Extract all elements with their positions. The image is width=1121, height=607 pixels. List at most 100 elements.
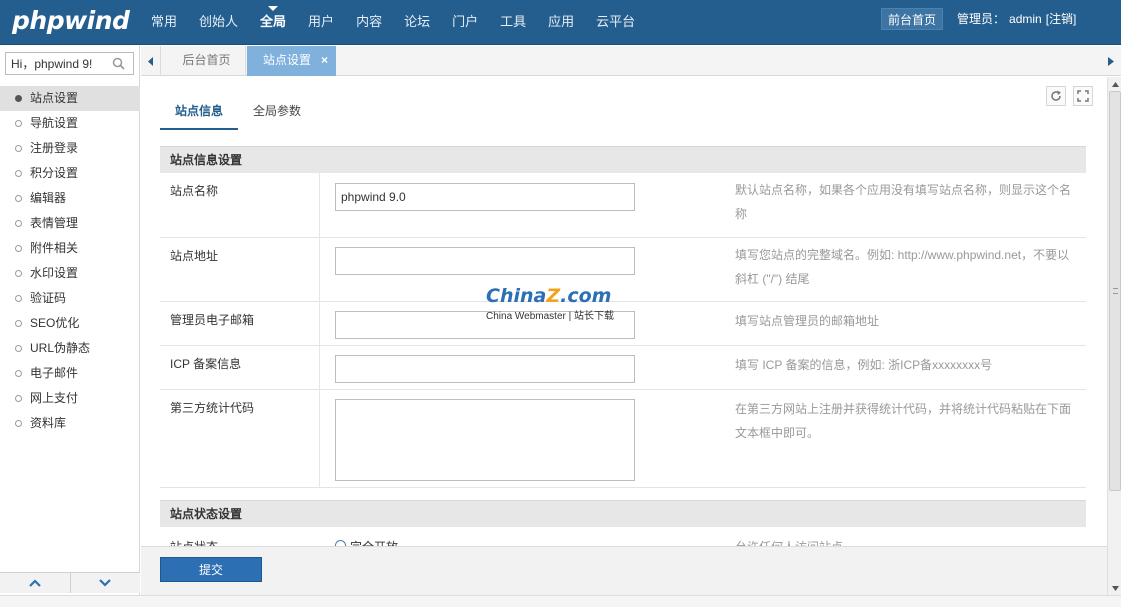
watermark-tagline: China Webmaster | 站长下载 <box>486 311 615 322</box>
tab-site-settings[interactable]: 站点设置 × <box>247 46 336 76</box>
sidebar-item-library[interactable]: 资料库 <box>0 411 140 436</box>
fullscreen-icon <box>1077 90 1089 102</box>
sidebar-item-register-login[interactable]: 注册登录 <box>0 136 140 161</box>
topnav-item-global[interactable]: 全局 <box>249 0 297 45</box>
chevron-up-icon <box>28 579 41 587</box>
close-icon[interactable]: × <box>321 46 328 75</box>
field-hint: 填写站点管理员的邮箱地址 <box>735 314 880 328</box>
topnav-item-cloud[interactable]: 云平台 <box>585 0 646 45</box>
field-label: 站点名称 <box>160 173 320 237</box>
site-url-input[interactable] <box>335 247 635 275</box>
fullscreen-button[interactable] <box>1073 86 1093 106</box>
topnav-item-common[interactable]: 常用 <box>140 0 188 45</box>
submit-button[interactable]: 提交 <box>160 557 262 582</box>
radio-open-label: 完全开放 <box>350 538 398 546</box>
bullet-icon <box>15 270 22 277</box>
bullet-icon <box>15 95 22 102</box>
bullet-icon <box>15 195 22 202</box>
bullet-icon <box>15 145 22 152</box>
sidebar-scroll-up-button[interactable] <box>0 573 71 593</box>
topnav-item-tools[interactable]: 工具 <box>489 0 537 45</box>
sidebar-item-nav-settings[interactable]: 导航设置 <box>0 111 140 136</box>
watermark-brand: ChinaZ.com <box>486 285 612 307</box>
bullet-icon <box>15 320 22 327</box>
scrollbar-thumb[interactable] <box>1109 91 1121 491</box>
grip-icon <box>1113 288 1118 294</box>
topnav-item-founder[interactable]: 创始人 <box>188 0 249 45</box>
sidebar-item-watermark[interactable]: 水印设置 <box>0 261 140 286</box>
tab-site-settings-label: 站点设置 <box>263 53 312 67</box>
sidebar-item-url-rewrite[interactable]: URL伪静态 <box>0 336 140 361</box>
tab-admin-home[interactable]: 后台首页 <box>168 46 246 76</box>
scroll-down-button[interactable] <box>1108 581 1121 595</box>
bullet-icon <box>15 370 22 377</box>
admin-label: 管理员： <box>957 12 1006 26</box>
tab-scroll-left-button[interactable] <box>141 46 161 76</box>
logout-link[interactable]: [注销] <box>1046 12 1077 26</box>
caret-left-icon <box>147 56 153 66</box>
bullet-icon <box>15 295 22 302</box>
status-strip <box>0 595 1121 607</box>
topnav-item-global-label: 全局 <box>260 14 287 29</box>
field-label: 站点状态 <box>170 538 218 546</box>
sidebar-item-captcha[interactable]: 验证码 <box>0 286 140 311</box>
bullet-icon <box>15 395 22 402</box>
top-nav: 常用 创始人 全局 用户 内容 论坛 门户 工具 应用 云平台 <box>140 0 646 45</box>
topnav-item-forum[interactable]: 论坛 <box>393 0 441 45</box>
search-icon[interactable] <box>112 57 125 70</box>
topnav-item-portal[interactable]: 门户 <box>441 0 489 45</box>
caret-down-icon <box>1111 585 1119 591</box>
sidebar-item-editor[interactable]: 编辑器 <box>0 186 140 211</box>
sidebar-item-label: 验证码 <box>30 291 67 305</box>
tab-scroll-right-button[interactable] <box>1101 46 1121 76</box>
admin-info: 管理员： admin [注销] <box>957 10 1080 27</box>
stats-code-textarea[interactable] <box>335 399 635 481</box>
sidebar-item-label: URL伪静态 <box>30 341 91 355</box>
field-label: ICP 备案信息 <box>160 346 320 389</box>
bullet-icon <box>15 245 22 252</box>
sidebar-item-email[interactable]: 电子邮件 <box>0 361 140 386</box>
scroll-up-button[interactable] <box>1108 77 1121 91</box>
field-hint: 填写您站点的完整域名。例如: http://www.phpwind.net，不要… <box>735 248 1070 286</box>
logo[interactable]: phpwind <box>12 6 130 35</box>
subtab-site-info[interactable]: 站点信息 <box>160 99 239 130</box>
sidebar-item-emoticons[interactable]: 表情管理 <box>0 211 140 236</box>
vertical-scrollbar[interactable] <box>1107 77 1121 595</box>
sidebar-item-label: 资料库 <box>30 416 67 430</box>
bullet-icon <box>15 420 22 427</box>
search-input[interactable] <box>6 53 106 74</box>
bullet-icon <box>15 345 22 352</box>
top-bar: phpwind 常用 创始人 全局 用户 内容 论坛 门户 工具 应用 云平台 … <box>0 0 1121 45</box>
sidebar-item-label: 编辑器 <box>30 191 67 205</box>
search-box <box>5 52 134 75</box>
sidebar-scroll-down-button[interactable] <box>70 573 140 593</box>
sub-tabs: 站点信息 全局参数 <box>160 99 316 130</box>
topnav-item-apps[interactable]: 应用 <box>537 0 585 45</box>
sidebar-scroll-controls <box>0 572 140 593</box>
field-hint: 允许任何人访问站点 <box>735 538 843 546</box>
chevron-down-icon <box>99 579 112 587</box>
active-caret-icon <box>268 6 279 11</box>
action-bar: 提交 <box>141 546 1107 595</box>
sidebar-item-site-settings[interactable]: 站点设置 <box>0 86 140 111</box>
topnav-item-content[interactable]: 内容 <box>345 0 393 45</box>
sidebar-item-payment[interactable]: 网上支付 <box>0 386 140 411</box>
refresh-button[interactable] <box>1046 86 1066 106</box>
sidebar-item-label: 积分设置 <box>30 166 79 180</box>
front-page-button[interactable]: 前台首页 <box>881 8 944 30</box>
form-row-site-status: 站点状态 完全开放 允许任何人访问站点 <box>160 536 1086 546</box>
sidebar-menu: 站点设置 导航设置 注册登录 积分设置 编辑器 表情管理 附件相关 水印设置 验… <box>0 86 140 436</box>
sidebar-item-credits[interactable]: 积分设置 <box>0 161 140 186</box>
bullet-icon <box>15 170 22 177</box>
form-row-icp: ICP 备案信息 填写 ICP 备案的信息，例如: 浙ICP备xxxxxxxx号 <box>160 346 1086 390</box>
site-name-input[interactable] <box>335 183 635 211</box>
subtab-global-params[interactable]: 全局参数 <box>238 99 316 130</box>
topnav-item-users[interactable]: 用户 <box>297 0 345 45</box>
icp-input[interactable] <box>335 355 635 383</box>
sidebar-item-attachments[interactable]: 附件相关 <box>0 236 140 261</box>
field-hint: 默认站点名称，如果各个应用没有填写站点名称，则显示这个名称 <box>735 183 1072 221</box>
sidebar: 站点设置 导航设置 注册登录 积分设置 编辑器 表情管理 附件相关 水印设置 验… <box>0 46 140 595</box>
sidebar-item-seo[interactable]: SEO优化 <box>0 311 140 336</box>
sidebar-item-label: 表情管理 <box>30 216 79 230</box>
field-hint: 在第三方网站上注册并获得统计代码，并将统计代码粘贴在下面文本框中即可。 <box>735 402 1072 440</box>
